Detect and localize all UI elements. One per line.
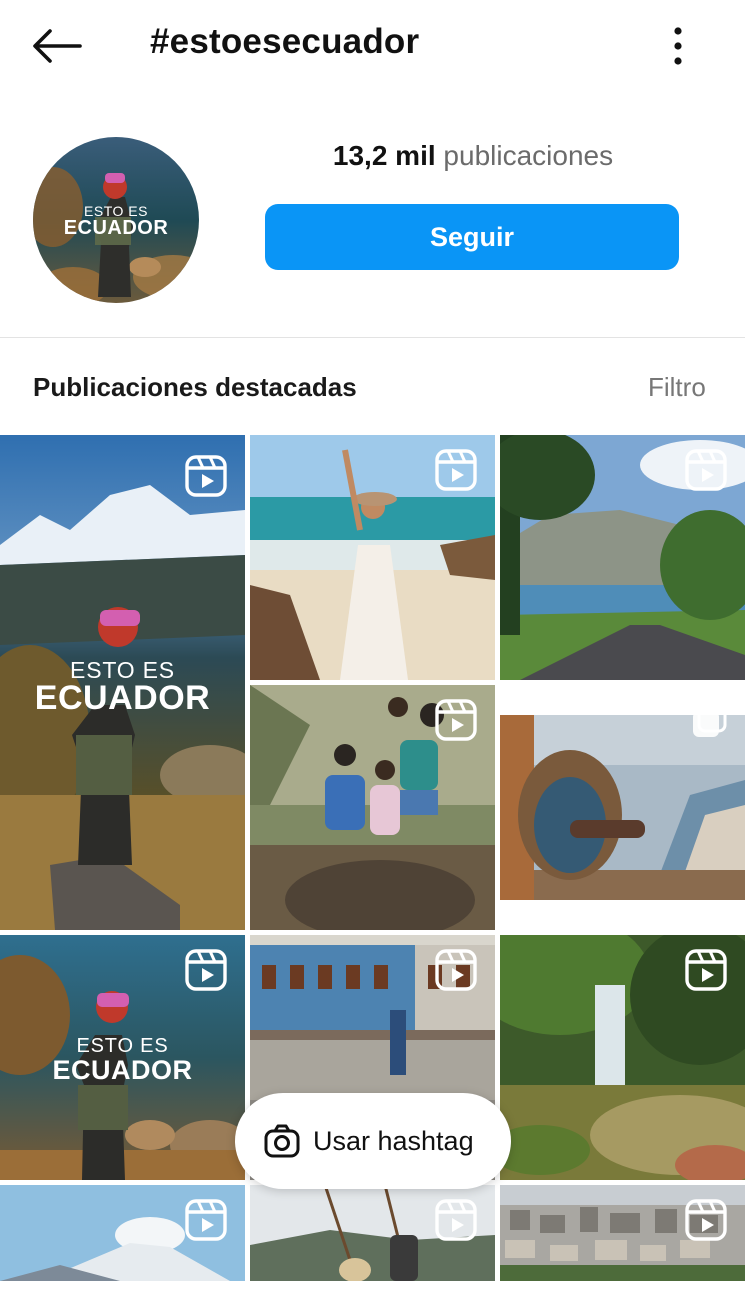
post-tile-2[interactable] <box>500 435 745 680</box>
post-tile-8[interactable] <box>0 1185 245 1281</box>
posts-count-label: publicaciones <box>443 140 614 171</box>
reel-icon <box>435 949 477 991</box>
posts-count: 13,2 mil publicaciones <box>266 140 680 172</box>
section-title: Publicaciones destacadas <box>33 372 357 402</box>
post-tile-5[interactable]: ESTO ES ECUADOR <box>0 935 245 1180</box>
reel-icon <box>185 949 227 991</box>
carousel-icon <box>693 703 727 737</box>
post-tile-0[interactable]: ESTO ES ECUADOR <box>0 435 245 930</box>
post-tile-7[interactable] <box>500 935 745 1180</box>
divider <box>0 337 745 338</box>
reel-icon <box>685 449 727 491</box>
reel-icon <box>435 449 477 491</box>
back-arrow-icon[interactable] <box>30 26 84 66</box>
more-options-icon[interactable] <box>662 24 694 68</box>
post-tile-10[interactable] <box>500 1185 745 1281</box>
post-tile-4[interactable] <box>500 685 745 930</box>
reel-icon <box>435 1199 477 1241</box>
camera-icon <box>264 1124 300 1158</box>
use-hashtag-label: Usar hashtag <box>313 1125 474 1156</box>
reel-icon <box>435 699 477 741</box>
follow-button[interactable]: Seguir <box>265 204 679 270</box>
posts-count-number: 13,2 mil <box>332 140 436 171</box>
reel-icon <box>685 949 727 991</box>
filter-button[interactable]: Filtro <box>648 372 706 403</box>
post-tile-3[interactable] <box>250 685 495 930</box>
post-overlay-line2: ECUADOR <box>52 1055 193 1085</box>
post-overlay-line2: ECUADOR <box>34 679 211 717</box>
reel-icon <box>185 455 227 497</box>
hashtag-avatar[interactable]: ESTO ES ECUADOR <box>33 137 199 303</box>
reel-icon <box>185 1199 227 1241</box>
post-tile-1[interactable] <box>250 435 495 680</box>
hashtag-title: #estoesecuador <box>150 22 420 61</box>
avatar-text-line2: ECUADOR <box>63 217 169 239</box>
post-tile-9[interactable] <box>250 1185 495 1281</box>
use-hashtag-button[interactable]: Usar hashtag <box>235 1093 511 1189</box>
reel-icon <box>685 1199 727 1241</box>
